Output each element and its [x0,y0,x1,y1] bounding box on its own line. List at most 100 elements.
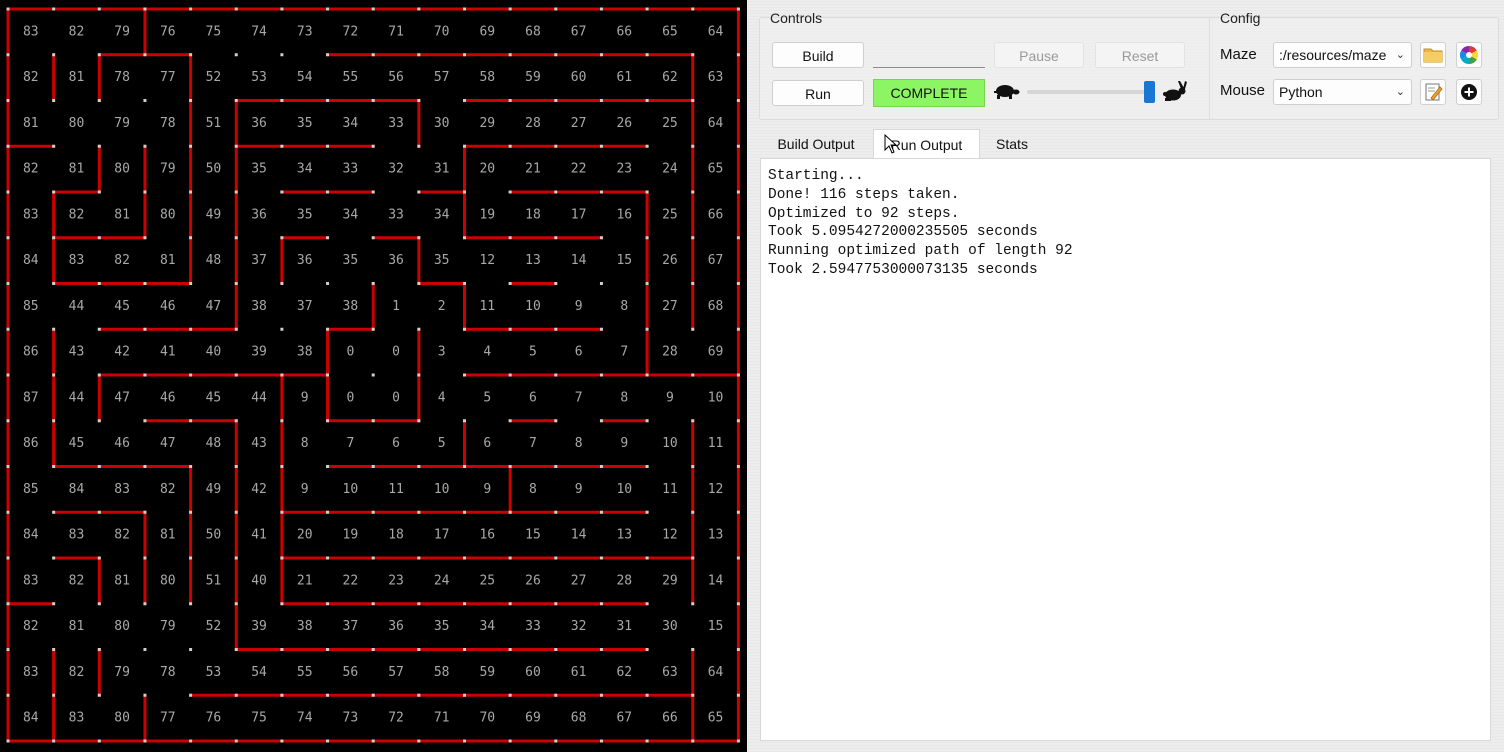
maze-post [463,99,466,102]
maze-cell-value: 25 [479,573,495,588]
maze-post [371,510,375,514]
maze-cell-value: 56 [388,70,404,85]
mouse-select[interactable]: Python ⌄ [1273,79,1412,105]
maze-post [189,327,193,331]
maze-cell-value: 9 [301,390,309,405]
maze-cell-value: 83 [114,482,130,497]
mouse-add-button[interactable] [1456,79,1482,105]
maze-cell-value: 52 [206,70,222,85]
tab-build-output[interactable]: Build Output [765,129,867,159]
maze-cell-value: 86 [23,436,39,451]
maze-post [736,373,740,377]
maze-post [417,373,421,377]
maze-cell-value: 80 [114,619,130,634]
mouse-edit-button[interactable] [1420,79,1446,105]
maze-select[interactable]: :/resources/maze ⌄ [1273,42,1412,68]
maze-post [736,7,740,11]
maze-post [6,739,10,743]
maze-post [417,53,421,57]
maze-cell-value: 56 [343,665,359,680]
maze-post [326,693,330,697]
run-button[interactable]: Run [772,80,864,106]
maze-post [189,144,193,148]
maze-cell-value: 51 [206,116,222,131]
maze-post [52,190,56,194]
maze-color-button[interactable] [1456,42,1482,68]
maze-post [691,373,695,377]
maze-cell-value: 30 [434,116,450,131]
maze-cell-value: 14 [708,573,724,588]
maze-cell-value: 82 [23,619,39,634]
maze-cell-value: 58 [434,665,450,680]
maze-cell-value: 35 [251,162,267,177]
maze-post [645,465,649,468]
maze-cell-value: 2 [438,299,446,314]
maze-cell-value: 32 [388,162,404,177]
maze-post [234,556,238,560]
maze-post [463,7,466,11]
maze-post [554,510,558,514]
maze-cell-value: 64 [708,24,724,39]
maze-post [6,602,10,606]
maze-cell-value: 71 [388,24,404,39]
maze-post [554,465,558,468]
tab-stats[interactable]: Stats [987,129,1037,159]
maze-cell-value: 11 [708,436,724,451]
maze-cell-value: 22 [343,573,359,588]
maze-cell-value: 60 [571,70,587,85]
maze-post [326,144,330,148]
maze-cell-value: 81 [160,253,176,268]
maze-post [234,693,238,697]
maze-cell-value: 83 [69,711,85,726]
maze-select-value: :/resources/maze [1279,47,1387,63]
speed-slider[interactable] [1027,80,1155,104]
maze-post [417,693,421,697]
maze-post [234,648,238,651]
maze-cell-value: 82 [69,665,85,680]
maze-post [691,99,695,102]
maze-cell-value: 0 [346,345,354,360]
maze-post [554,373,558,377]
maze-cell-value: 84 [23,528,39,543]
maze-post [736,53,740,57]
maze-post [645,190,649,194]
maze-post [599,236,603,240]
speed-slider-track [1027,90,1147,94]
maze-post [417,282,421,285]
maze-cell-value: 67 [616,711,632,726]
maze-browse-button[interactable] [1420,42,1446,68]
maze-cell-value: 79 [160,619,176,634]
maze-post [326,648,330,651]
maze-cell-value: 86 [23,345,39,360]
maze-cell-value: 68 [571,711,587,726]
maze-cell-value: 8 [620,299,628,314]
maze-cell-value: 9 [575,482,583,497]
build-button[interactable]: Build [772,42,864,68]
maze-post [97,190,101,194]
maze-cell-value: 30 [662,619,678,634]
maze-post [143,465,147,468]
controls-title: Controls [770,10,823,26]
maze-post [417,510,421,514]
maze-post [6,419,10,423]
maze-post [599,327,603,331]
reset-button[interactable]: Reset [1095,42,1185,68]
maze-post [234,510,238,514]
maze-post [554,99,558,102]
speed-slider-handle[interactable] [1144,81,1155,103]
maze-post [6,556,10,560]
rabbit-icon [1163,81,1187,101]
maze-post [691,465,695,468]
maze-cell-value: 31 [616,619,632,634]
pause-button[interactable]: Pause [994,42,1084,68]
maze-cell-value: 79 [160,162,176,177]
maze-post [554,693,558,697]
maze-cell-value: 7 [575,390,583,405]
maze-post [463,373,466,377]
maze-cell-value: 38 [297,619,313,634]
maze-cell-value: 80 [160,573,176,588]
maze-cell-value: 71 [434,711,450,726]
maze-cell-value: 65 [662,24,678,39]
maze-cell-value: 77 [160,70,176,85]
maze-post [371,739,375,743]
